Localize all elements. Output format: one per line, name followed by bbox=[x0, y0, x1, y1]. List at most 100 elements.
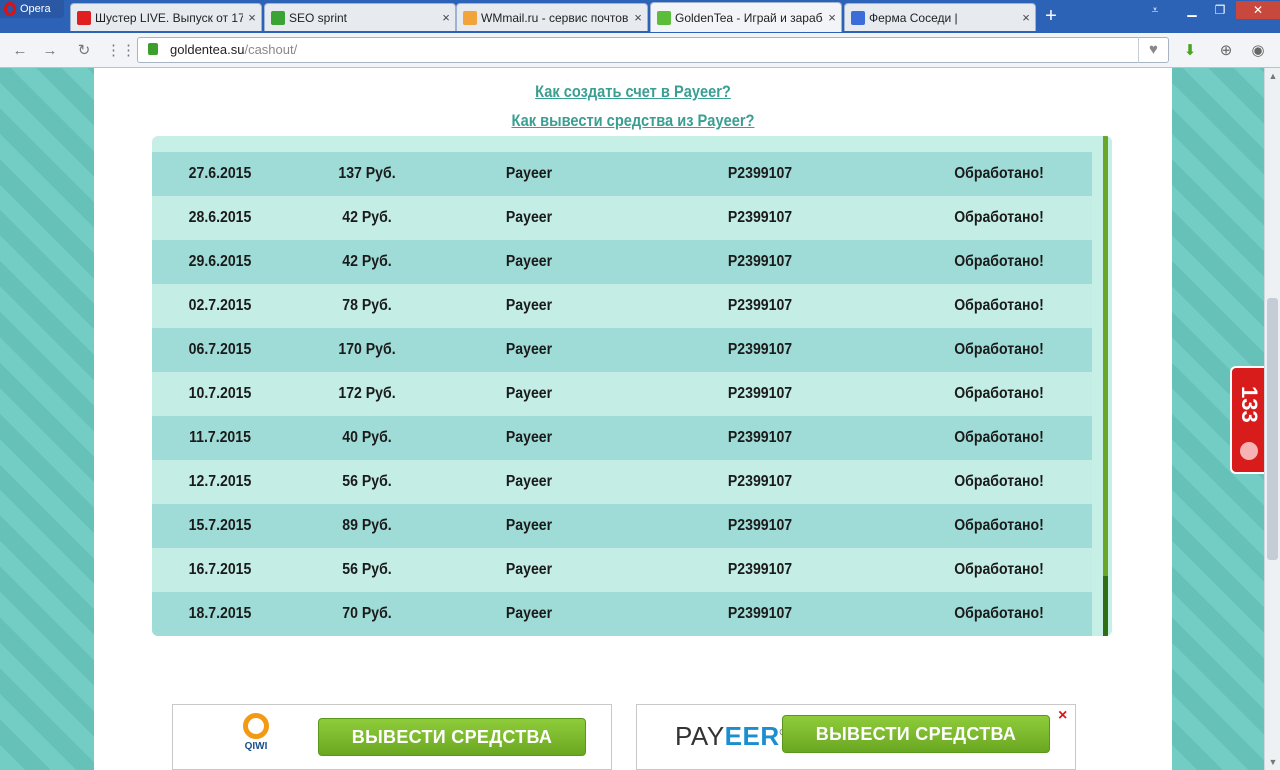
cashout-table: 27.6.2015 137 Руб. Payeer P2399107 Обработан… bbox=[152, 136, 1112, 636]
cell-date: 18.7.2015 bbox=[188, 605, 252, 622]
cell-amount: 56 Руб. bbox=[342, 561, 392, 578]
table-row: 15.7.2015 89 Руб. Payeer P2399107 Обработано… bbox=[152, 504, 1092, 548]
cell-status: Обработано! bbox=[954, 605, 1044, 622]
lock-icon bbox=[148, 43, 158, 55]
qiwi-panel: QIWI ВЫВЕСТИ СРЕДСТВА bbox=[172, 704, 612, 770]
table-row: 18.7.2015 70 Руб. Payeer P2399107 Обработано… bbox=[152, 592, 1092, 636]
tab-menu-icon[interactable]: ⩡ bbox=[1144, 1, 1166, 19]
cell-status: Обработано! bbox=[954, 429, 1044, 446]
cell-amount: 56 Руб. bbox=[342, 473, 392, 490]
tab-favicon-icon bbox=[657, 10, 671, 25]
cell-system: Payeer bbox=[505, 253, 553, 270]
cell-date: 27.6.2015 bbox=[188, 165, 252, 182]
cell-status: Обработано! bbox=[954, 385, 1044, 402]
tab-close-icon[interactable]: × bbox=[823, 10, 841, 25]
url-field[interactable]: goldentea.su/cashout/ bbox=[137, 37, 1169, 63]
tab-title: WMmail.ru - сервис почтов bbox=[481, 10, 629, 25]
cell-status: Обработано! bbox=[954, 209, 1044, 226]
cell-amount: 42 Руб. bbox=[342, 253, 392, 270]
side-widget[interactable]: 133 bbox=[1230, 366, 1264, 474]
cell-amount: 42 Руб. bbox=[342, 209, 392, 226]
opera-menu-button[interactable]: Opera bbox=[0, 0, 64, 18]
bookmark-heart-icon[interactable]: ♥ bbox=[1138, 37, 1168, 63]
cell-account: P2399107 bbox=[727, 429, 793, 446]
payeer-panel: PAYEER® ВЫВЕСТИ СРЕДСТВА × bbox=[636, 704, 1076, 770]
table-scrollbar-thumb[interactable] bbox=[1103, 576, 1108, 636]
browser-tab[interactable]: Ферма Соседи | × bbox=[844, 3, 1036, 31]
page-scrollbar[interactable]: ▲ ▼ bbox=[1264, 68, 1280, 770]
table-row: 02.7.2015 78 Руб. Payeer P2399107 Обработано… bbox=[152, 284, 1092, 328]
payeer-withdraw-button[interactable]: ВЫВЕСТИ СРЕДСТВА bbox=[782, 715, 1050, 753]
minimize-button[interactable]: ▁ bbox=[1178, 1, 1206, 19]
link-withdraw-from-payeer[interactable]: Как вывести средства из Payeer? bbox=[169, 111, 1096, 131]
cell-account: P2399107 bbox=[727, 605, 793, 622]
tab-favicon-icon bbox=[851, 10, 865, 25]
close-icon[interactable]: × bbox=[1058, 707, 1067, 725]
new-tab-button[interactable]: + bbox=[1040, 6, 1062, 26]
cell-date: 12.7.2015 bbox=[188, 473, 252, 490]
cell-status: Обработано! bbox=[954, 165, 1044, 182]
url-path: /cashout/ bbox=[244, 42, 298, 57]
maximize-button[interactable]: ❐ bbox=[1206, 1, 1234, 19]
cell-system: Payeer bbox=[505, 605, 553, 622]
main-content: Как создать счет в Payeer? Как вывести с… bbox=[94, 68, 1172, 770]
link-create-payeer-account[interactable]: Как создать счет в Payeer? bbox=[169, 82, 1096, 102]
browser-tab[interactable]: WMmail.ru - сервис почтов × bbox=[456, 3, 648, 31]
tab-close-icon[interactable]: × bbox=[437, 10, 455, 25]
page-scrollbar-thumb[interactable] bbox=[1267, 298, 1278, 560]
back-icon[interactable]: ← bbox=[10, 41, 30, 61]
table-row: 16.7.2015 56 Руб. Payeer P2399107 Обработано… bbox=[152, 548, 1092, 592]
tab-close-icon[interactable]: × bbox=[243, 10, 261, 25]
cell-amount: 78 Руб. bbox=[342, 297, 392, 314]
table-scrollbar[interactable] bbox=[1103, 136, 1108, 636]
tab-close-icon[interactable]: × bbox=[629, 10, 647, 25]
tab-favicon-icon bbox=[463, 10, 477, 25]
url-host: goldentea.su bbox=[170, 42, 245, 57]
scroll-down-icon[interactable]: ▼ bbox=[1265, 754, 1280, 770]
table-row: 11.7.2015 40 Руб. Payeer P2399107 Обработано… bbox=[152, 416, 1092, 460]
browser-tab[interactable]: SEO sprint × bbox=[264, 3, 456, 31]
cell-system: Payeer bbox=[505, 517, 553, 534]
forward-icon[interactable]: → bbox=[40, 41, 60, 61]
browser-tab[interactable]: Шустер LIVE. Выпуск от 17. × bbox=[70, 3, 262, 31]
reload-icon[interactable]: ↻ bbox=[74, 41, 94, 61]
close-window-button[interactable]: ✕ bbox=[1236, 1, 1280, 19]
cell-amount: 172 Руб. bbox=[338, 385, 396, 402]
qiwi-withdraw-button[interactable]: ВЫВЕСТИ СРЕДСТВА bbox=[318, 718, 586, 756]
cell-account: P2399107 bbox=[727, 209, 793, 226]
payeer-logo-eer: EER bbox=[724, 721, 780, 751]
cell-status: Обработано! bbox=[954, 297, 1044, 314]
opera-label: Opera bbox=[20, 3, 51, 15]
cell-account: P2399107 bbox=[727, 385, 793, 402]
opera-logo-icon bbox=[4, 2, 16, 16]
cell-amount: 70 Руб. bbox=[342, 605, 392, 622]
tab-favicon-icon bbox=[271, 10, 285, 25]
tab-title: Шустер LIVE. Выпуск от 17. bbox=[95, 10, 243, 25]
table-row: 12.7.2015 56 Руб. Payeer P2399107 Обработано… bbox=[152, 460, 1092, 504]
cell-system: Payeer bbox=[505, 341, 553, 358]
qiwi-logo: QIWI bbox=[235, 713, 277, 752]
scroll-up-icon[interactable]: ▲ bbox=[1265, 68, 1280, 84]
cell-system: Payeer bbox=[505, 297, 553, 314]
payeer-logo-pay: PAY bbox=[675, 721, 725, 751]
cell-date: 11.7.2015 bbox=[189, 429, 251, 446]
tab-close-icon[interactable]: × bbox=[1017, 10, 1035, 25]
tab-title: GoldenTea - Играй и зараба bbox=[675, 10, 823, 25]
account-icon[interactable]: ◉ bbox=[1248, 41, 1268, 61]
table-row: 28.6.2015 42 Руб. Payeer P2399107 Обработано… bbox=[152, 196, 1092, 240]
browser-tab[interactable]: GoldenTea - Играй и зараба × bbox=[650, 2, 842, 32]
cell-date: 02.7.2015 bbox=[188, 297, 252, 314]
table-row: 29.6.2015 42 Руб. Payeer P2399107 Обработано… bbox=[152, 240, 1092, 284]
cell-account: P2399107 bbox=[727, 561, 793, 578]
download-arrow-icon[interactable]: ⬇ bbox=[1180, 41, 1200, 61]
cell-amount: 40 Руб. bbox=[342, 429, 392, 446]
qiwi-logo-text: QIWI bbox=[244, 741, 268, 752]
cell-account: P2399107 bbox=[727, 297, 793, 314]
cell-system: Payeer bbox=[505, 429, 553, 446]
speed-dial-icon[interactable]: ⋮⋮ bbox=[106, 41, 136, 61]
cell-date: 15.7.2015 bbox=[188, 517, 252, 534]
table-row: 27.6.2015 137 Руб. Payeer P2399107 Обработан… bbox=[152, 152, 1092, 196]
cell-date: 10.7.2015 bbox=[188, 385, 252, 402]
cell-account: P2399107 bbox=[727, 473, 793, 490]
downloads-icon[interactable]: ⊕ bbox=[1216, 41, 1236, 61]
